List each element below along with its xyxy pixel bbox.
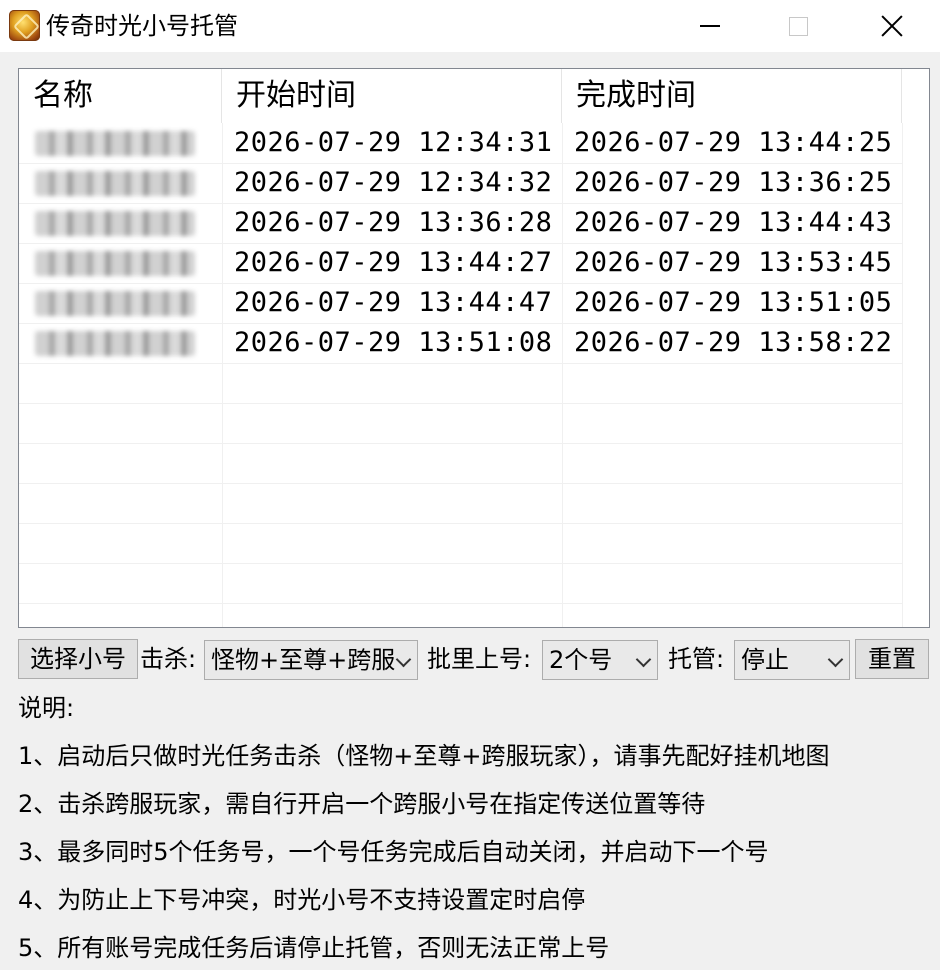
grid-line bbox=[19, 563, 902, 564]
start-time-cell: 2026-07-29 13:44:27 bbox=[234, 247, 553, 278]
chevron-down-icon bbox=[395, 651, 412, 668]
account-name-redacted bbox=[35, 251, 195, 276]
account-name-redacted bbox=[35, 211, 195, 236]
host-mode-value: 停止 bbox=[741, 646, 789, 674]
chevron-down-icon bbox=[635, 651, 652, 668]
column-header-end-time[interactable]: 完成时间 bbox=[562, 69, 902, 123]
end-time-cell: 2026-07-29 13:58:22 bbox=[574, 327, 893, 358]
batch-label: 批里上号: bbox=[427, 645, 532, 673]
account-list[interactable]: 名称 开始时间 完成时间 2026-07-29 12:34:31 2026-07… bbox=[18, 68, 930, 628]
grid-line bbox=[19, 603, 902, 604]
table-row[interactable]: 2026-07-29 13:44:27 2026-07-29 13:53:45 bbox=[19, 243, 902, 283]
note-item: 3、最多同时5个任务号，一个号任务完成后自动关闭，并启动下一个号 bbox=[18, 838, 769, 866]
table-row[interactable]: 2026-07-29 12:34:31 2026-07-29 13:44:25 bbox=[19, 123, 902, 163]
account-name-redacted bbox=[35, 331, 195, 356]
table-row[interactable]: 2026-07-29 13:44:47 2026-07-29 13:51:05 bbox=[19, 283, 902, 323]
close-button[interactable] bbox=[846, 0, 938, 52]
account-name-redacted bbox=[35, 131, 195, 156]
chevron-down-icon bbox=[827, 651, 844, 668]
end-time-cell: 2026-07-29 13:51:05 bbox=[574, 287, 893, 318]
batch-count-value: 2个号 bbox=[549, 646, 613, 674]
notes-title: 说明: bbox=[18, 694, 75, 722]
list-header: 名称 开始时间 完成时间 bbox=[19, 69, 929, 123]
minimize-icon bbox=[700, 25, 720, 27]
maximize-icon bbox=[788, 16, 808, 36]
start-time-cell: 2026-07-29 13:36:28 bbox=[234, 207, 553, 238]
note-item: 1、启动后只做时光任务击杀（怪物+至尊+跨服玩家），请事先配好挂机地图 bbox=[18, 742, 830, 770]
note-item: 2、击杀跨服玩家，需自行开启一个跨服小号在指定传送位置等待 bbox=[18, 790, 706, 818]
end-time-cell: 2026-07-29 13:36:25 bbox=[574, 167, 893, 198]
account-name-redacted bbox=[35, 291, 195, 316]
kill-label: 击杀: bbox=[140, 645, 197, 673]
game-app-icon bbox=[9, 10, 40, 41]
grid-line bbox=[902, 123, 903, 627]
kill-target-select[interactable]: 怪物+至尊+跨服 bbox=[204, 640, 418, 680]
column-header-name[interactable]: 名称 bbox=[19, 69, 222, 123]
grid-line bbox=[19, 483, 902, 484]
table-row[interactable]: 2026-07-29 13:36:28 2026-07-29 13:44:43 bbox=[19, 203, 902, 243]
end-time-cell: 2026-07-29 13:53:45 bbox=[574, 247, 893, 278]
note-item: 4、为防止上下号冲突，时光小号不支持设置定时启停 bbox=[18, 886, 586, 914]
grid-line bbox=[19, 363, 902, 364]
grid-line bbox=[19, 443, 902, 444]
note-item: 5、所有账号完成任务后请停止托管，否则无法正常上号 bbox=[18, 934, 610, 962]
grid-line bbox=[19, 523, 902, 524]
start-time-cell: 2026-07-29 12:34:32 bbox=[234, 167, 553, 198]
window-title: 传奇时光小号托管 bbox=[46, 12, 238, 40]
start-time-cell: 2026-07-29 13:44:47 bbox=[234, 287, 553, 318]
host-label: 托管: bbox=[668, 645, 725, 673]
table-row[interactable]: 2026-07-29 12:34:32 2026-07-29 13:36:25 bbox=[19, 163, 902, 203]
minimize-button[interactable] bbox=[664, 0, 756, 52]
batch-count-select[interactable]: 2个号 bbox=[542, 640, 658, 680]
kill-target-value: 怪物+至尊+跨服 bbox=[211, 646, 396, 674]
table-row[interactable]: 2026-07-29 13:51:08 2026-07-29 13:58:22 bbox=[19, 323, 902, 363]
end-time-cell: 2026-07-29 13:44:43 bbox=[574, 207, 893, 238]
end-time-cell: 2026-07-29 13:44:25 bbox=[574, 127, 893, 158]
reset-button[interactable]: 重置 bbox=[855, 639, 929, 679]
select-account-button[interactable]: 选择小号 bbox=[18, 639, 138, 679]
start-time-cell: 2026-07-29 12:34:31 bbox=[234, 127, 553, 158]
host-mode-select[interactable]: 停止 bbox=[734, 640, 850, 680]
column-header-start-time[interactable]: 开始时间 bbox=[222, 69, 562, 123]
title-bar[interactable]: 传奇时光小号托管 bbox=[0, 0, 940, 52]
account-name-redacted bbox=[35, 171, 195, 196]
grid-line bbox=[19, 403, 902, 404]
maximize-button[interactable] bbox=[752, 0, 844, 52]
close-icon bbox=[880, 14, 904, 38]
start-time-cell: 2026-07-29 13:51:08 bbox=[234, 327, 553, 358]
